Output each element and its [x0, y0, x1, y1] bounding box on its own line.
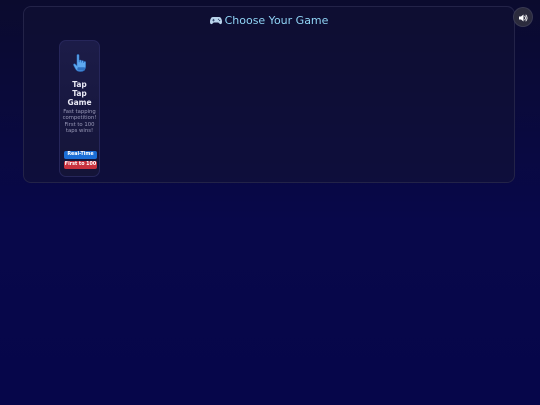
page-title: Choose Your Game: [24, 14, 514, 28]
page-title-text: Choose Your Game: [224, 14, 329, 27]
game-description: Fast tapping competition! First to 100 t…: [62, 109, 97, 135]
first-to-100-badge: First to 100: [64, 161, 97, 169]
game-selection-panel: Choose Your Game Tap Tap Game Fast tappi…: [23, 6, 515, 183]
game-title: Tap Tap Game: [67, 80, 92, 107]
speaker-icon: [518, 8, 528, 27]
realtime-badge: Real-Time: [64, 151, 97, 159]
sound-toggle-button[interactable]: [514, 8, 532, 26]
pointing-hand-icon: [70, 53, 90, 73]
game-card-tap-tap[interactable]: Tap Tap Game Fast tapping competition! F…: [59, 40, 100, 177]
gamepad-icon: [209, 15, 222, 28]
